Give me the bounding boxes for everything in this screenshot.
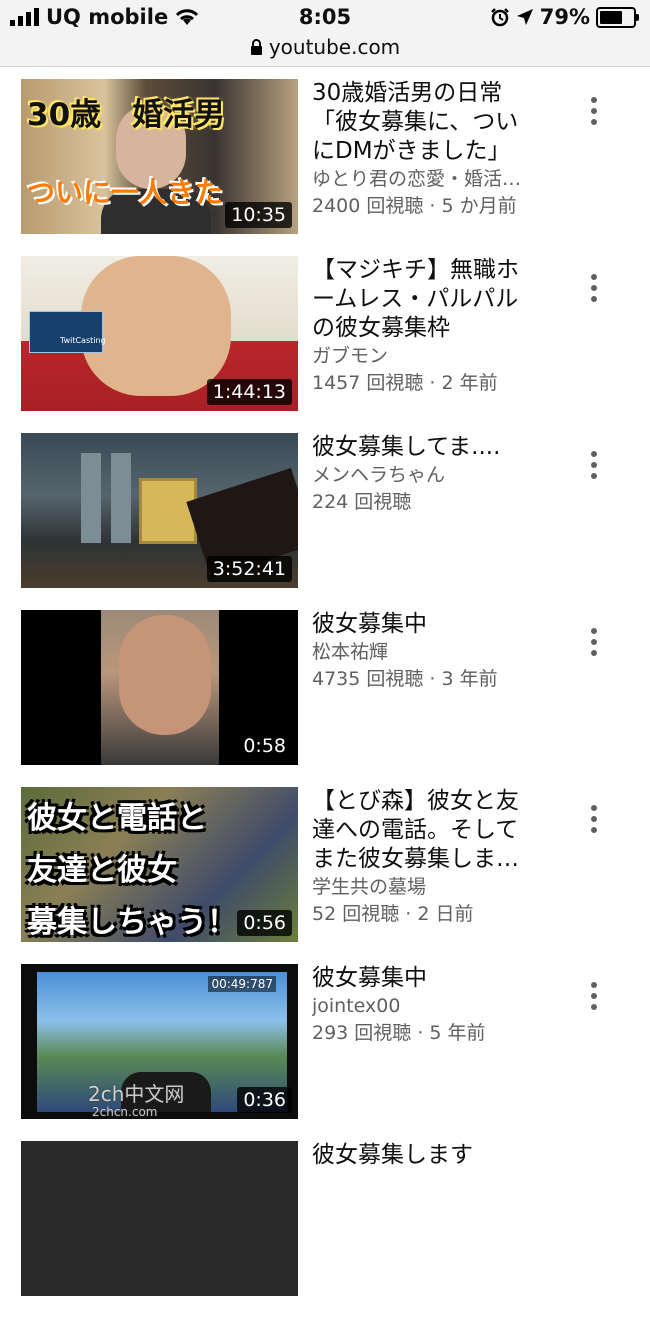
video-duration: 1:44:13 (206, 379, 292, 405)
pillar-shape (111, 453, 131, 543)
twitcasting-logo: TwitCasting (29, 311, 106, 353)
more-options-icon[interactable] (582, 97, 606, 133)
channel-name[interactable]: ゆとり君の恋愛・婚活… (312, 166, 537, 193)
channel-name[interactable]: メンヘラちゃん (312, 462, 537, 489)
video-duration: 0:58 (237, 733, 292, 759)
video-title[interactable]: 30歳婚活男の日常「彼女募集に、ついにDMがきました」 (312, 79, 537, 166)
person-shape (119, 615, 211, 735)
more-options-icon[interactable] (582, 451, 606, 487)
watermark-sub: 2chcn.com (92, 1105, 158, 1119)
video-thumbnail[interactable]: 3:52:41 (21, 433, 298, 588)
person-shape (81, 256, 231, 396)
location-icon (516, 9, 533, 25)
video-item[interactable]: 3:52:41 彼女募集してま.... メンヘラちゃん 224 回視聴 (0, 433, 650, 610)
battery-fill (600, 10, 623, 24)
video-meta: 【マジキチ】無職ホームレス・パルパルの彼女募集枠 ガブモン 1457 回視聴 ·… (312, 256, 537, 397)
video-title[interactable]: 彼女募集中 (312, 964, 537, 993)
video-stats: 293 回視聴 · 5 年前 (312, 1022, 486, 1044)
video-stats: 52 回視聴 · 2 日前 (312, 903, 474, 925)
video-thumbnail[interactable]: 彼女と電話と 友達と彼女 募集しちゃう！ 0:56 (21, 787, 298, 942)
video-thumbnail[interactable]: 30歳 婚活男 ついに一人きた 10:35 (21, 79, 298, 234)
alarm-icon (490, 8, 509, 27)
video-duration: 0:36 (237, 1087, 292, 1113)
battery-icon (596, 6, 639, 28)
watermark-main: 2ch中文网 (88, 1082, 185, 1106)
more-options-icon[interactable] (582, 805, 606, 841)
twitcasting-label: TwitCasting (60, 336, 106, 345)
video-stats: 224 回視聴 (312, 491, 412, 513)
video-thumbnail[interactable] (21, 1141, 298, 1296)
video-stats: 1457 回視聴 · 2 年前 (312, 372, 498, 394)
video-title[interactable]: 【とび森】彼女と友達への電話。そしてまた彼女募集しま… (312, 787, 537, 874)
video-title[interactable]: 彼女募集してま.... (312, 433, 537, 462)
video-item[interactable]: 30歳 婚活男 ついに一人きた 10:35 30歳婚活男の日常「彼女募集に、つい… (0, 79, 650, 256)
more-options-icon[interactable] (582, 628, 606, 664)
channel-name[interactable]: ガブモン (312, 343, 537, 370)
pillar-shape (81, 453, 101, 543)
video-stats: 2400 回視聴 · 5 か月前 (312, 195, 517, 217)
video-feed: 30歳 婚活男 ついに一人きた 10:35 30歳婚活男の日常「彼女募集に、つい… (0, 79, 650, 1318)
video-thumbnail[interactable]: TwitCasting 1:44:13 (21, 256, 298, 411)
game-timer: 00:49:787 (208, 976, 276, 992)
video-item[interactable]: 彼女募集します (0, 1141, 650, 1318)
thumbnail-caption: 30歳 婚活男 (27, 97, 226, 133)
video-meta: 30歳婚活男の日常「彼女募集に、ついにDMがきました」 ゆとり君の恋愛・婚活… … (312, 79, 537, 220)
video-meta: 【とび森】彼女と友達への電話。そしてまた彼女募集しま… 学生共の墓場 52 回視… (312, 787, 537, 928)
url-text: youtube.com (268, 35, 401, 59)
video-meta: 彼女募集中 松本祐輝 4735 回視聴 · 3 年前 (312, 610, 537, 693)
address-bar[interactable]: youtube.com (0, 35, 650, 59)
video-duration: 0:56 (237, 910, 292, 936)
channel-name[interactable]: 松本祐輝 (312, 639, 537, 666)
more-options-icon[interactable] (582, 274, 606, 310)
video-meta: 彼女募集中 jointex00 293 回視聴 · 5 年前 (312, 964, 537, 1047)
video-duration: 3:52:41 (206, 556, 292, 582)
video-thumbnail[interactable]: 0:58 (21, 610, 298, 765)
video-meta: 彼女募集してま.... メンヘラちゃん 224 回視聴 (312, 433, 537, 516)
thumbnail-caption: ついに一人きた (27, 176, 224, 209)
video-stats: 4735 回視聴 · 3 年前 (312, 668, 498, 690)
system-indicators: 79% (490, 5, 639, 29)
channel-name[interactable]: 学生共の墓場 (312, 874, 537, 901)
more-options-icon[interactable] (582, 982, 606, 1018)
status-bar: UQ mobile 8:05 79% youtube.com (0, 0, 650, 67)
lock-icon (250, 38, 262, 55)
video-item[interactable]: 0:58 彼女募集中 松本祐輝 4735 回視聴 · 3 年前 (0, 610, 650, 787)
video-item[interactable]: TwitCasting 1:44:13 【マジキチ】無職ホームレス・パルパルの彼… (0, 256, 650, 433)
channel-name[interactable]: jointex00 (312, 993, 537, 1020)
video-item[interactable]: 彼女と電話と 友達と彼女 募集しちゃう！ 0:56 【とび森】彼女と友達への電話… (0, 787, 650, 964)
thumbnail-caption: 友達と彼女 (27, 853, 177, 888)
video-duration: 10:35 (225, 202, 292, 228)
battery-percent: 79% (539, 5, 590, 29)
thumbnail-caption: 彼女と電話と (27, 801, 207, 836)
thumbnail-caption: 募集しちゃう！ (27, 905, 237, 940)
video-title[interactable]: 【マジキチ】無職ホームレス・パルパルの彼女募集枠 (312, 256, 537, 343)
video-title[interactable]: 彼女募集中 (312, 610, 537, 639)
watermark: 2ch中文网 2chcn.com (30, 1082, 185, 1121)
